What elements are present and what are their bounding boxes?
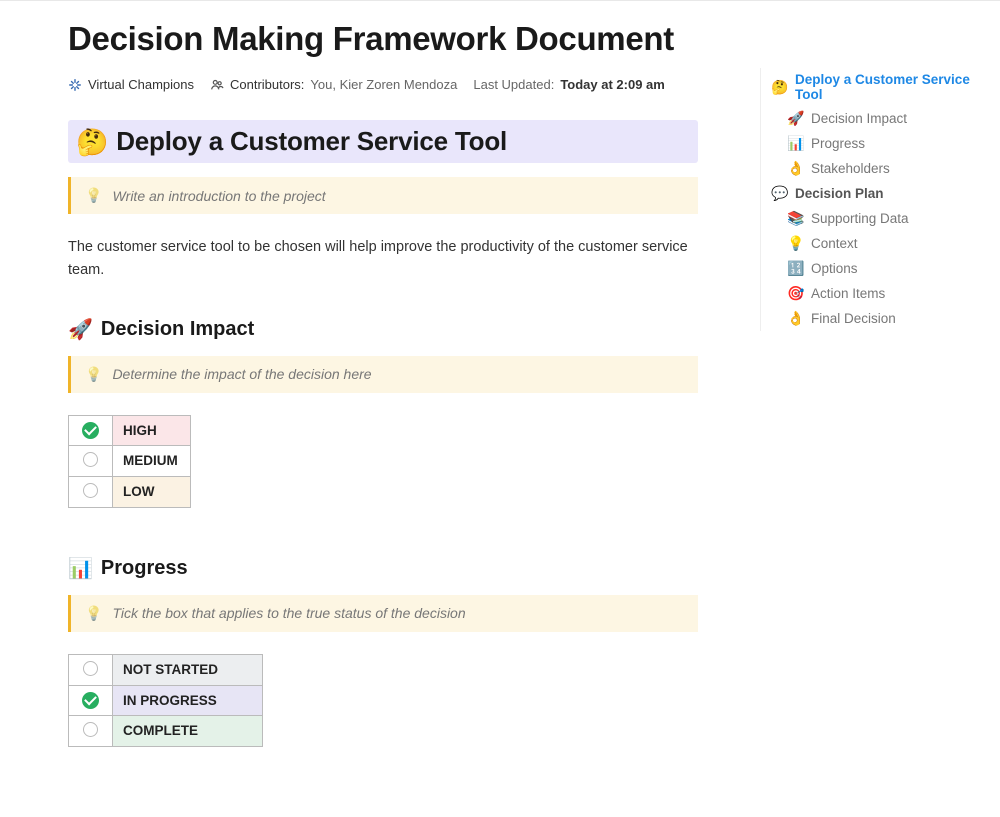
contributors-label: Contributors: (230, 77, 304, 92)
bulb-icon: 💡 (85, 605, 102, 622)
option-label-cell: COMPLETE (113, 715, 263, 746)
outline-item-icon: 👌 (787, 310, 803, 327)
outline-item-label: Options (811, 261, 858, 276)
outline-item-icon: 🎯 (787, 285, 803, 302)
section-progress-heading[interactable]: 📊 Progress (68, 556, 698, 581)
outline-item[interactable]: 🚀 Decision Impact (765, 106, 988, 131)
impact-hint-text: Determine the impact of the decision her… (112, 366, 371, 382)
radio-checked-icon[interactable] (82, 692, 99, 709)
option-radio-cell[interactable] (69, 654, 113, 685)
workspace-icon (68, 78, 82, 92)
option-label-cell: HIGH (113, 415, 191, 445)
option-radio-cell[interactable] (69, 715, 113, 746)
table-row: IN PROGRESS (69, 685, 263, 715)
option-radio-cell[interactable] (69, 476, 113, 507)
progress-hint[interactable]: 💡 Tick the box that applies to the true … (68, 595, 698, 632)
table-row: COMPLETE (69, 715, 263, 746)
bulb-icon: 💡 (85, 366, 102, 383)
outline-item-icon: 💬 (771, 185, 787, 202)
window-top-border (0, 0, 1000, 1)
outline-item[interactable]: 📚 Supporting Data (765, 206, 988, 231)
outline-item-label: Decision Plan (795, 186, 884, 201)
radio-empty-icon[interactable] (83, 452, 98, 467)
outline-item[interactable]: 💬 Decision Plan (765, 181, 988, 206)
progress-options-table: NOT STARTEDIN PROGRESSCOMPLETE (68, 654, 263, 747)
doc-meta-row: Virtual Champions Contributors: You, Kie… (68, 77, 698, 92)
option-label-cell: NOT STARTED (113, 654, 263, 685)
outline-item-label: Decision Impact (811, 111, 907, 126)
outline-item[interactable]: 👌 Stakeholders (765, 156, 988, 181)
impact-hint[interactable]: 💡 Determine the impact of the decision h… (68, 356, 698, 393)
section-deploy-title: Deploy a Customer Service Tool (116, 126, 507, 157)
table-row: HIGH (69, 415, 191, 445)
option-label-cell: LOW (113, 476, 191, 507)
updated-label: Last Updated: (473, 77, 554, 92)
option-radio-cell[interactable] (69, 445, 113, 476)
progress-hint-text: Tick the box that applies to the true st… (112, 605, 465, 621)
outline-item-label: Progress (811, 136, 865, 151)
outline-item[interactable]: 👌 Final Decision (765, 306, 988, 331)
updated-chip: Last Updated: Today at 2:09 am (473, 77, 664, 92)
impact-options-table: HIGHMEDIUMLOW (68, 415, 191, 508)
updated-value: Today at 2:09 am (560, 77, 665, 92)
outline-item-label: Supporting Data (811, 211, 909, 226)
option-radio-cell[interactable] (69, 415, 113, 445)
outline-item[interactable]: 📊 Progress (765, 131, 988, 156)
thinking-face-icon: 🤔 (76, 129, 108, 155)
workspace-name: Virtual Champions (88, 77, 194, 92)
outline-item-icon: 🚀 (787, 110, 803, 127)
section-impact-title: Decision Impact (101, 318, 254, 341)
outline-item-icon: 💡 (787, 235, 803, 252)
outline-item-icon: 🔢 (787, 260, 803, 277)
section-deploy-heading[interactable]: 🤔 Deploy a Customer Service Tool (76, 126, 690, 157)
section-progress-title: Progress (101, 557, 188, 580)
table-row: MEDIUM (69, 445, 191, 476)
outline-item-icon: 📊 (787, 135, 803, 152)
table-row: LOW (69, 476, 191, 507)
document-main: Decision Making Framework Document Virtu… (68, 18, 698, 747)
workspace-chip[interactable]: Virtual Champions (68, 77, 194, 92)
outline-item[interactable]: 🤔 Deploy a Customer Service Tool (765, 68, 988, 106)
outline-item-icon: 🤔 (771, 79, 787, 96)
outline-item-label: Stakeholders (811, 161, 890, 176)
radio-empty-icon[interactable] (83, 661, 98, 676)
outline-item-label: Deploy a Customer Service Tool (795, 72, 982, 102)
outline-item-label: Context (811, 236, 858, 251)
outline-item[interactable]: 🎯 Action Items (765, 281, 988, 306)
bar-chart-icon: 📊 (68, 556, 93, 581)
outline-item[interactable]: 🔢 Options (765, 256, 988, 281)
radio-checked-icon[interactable] (82, 422, 99, 439)
section-deploy-banner: 🤔 Deploy a Customer Service Tool (68, 120, 698, 163)
bulb-icon: 💡 (85, 187, 102, 204)
deploy-hint[interactable]: 💡 Write an introduction to the project (68, 177, 698, 214)
radio-empty-icon[interactable] (83, 483, 98, 498)
outline-item-icon: 📚 (787, 210, 803, 227)
page-title: Decision Making Framework Document (68, 18, 698, 59)
contributors-chip[interactable]: Contributors: You, Kier Zoren Mendoza (210, 77, 457, 92)
table-row: NOT STARTED (69, 654, 263, 685)
people-icon (210, 78, 224, 92)
outline-item-icon: 👌 (787, 160, 803, 177)
outline-item[interactable]: 💡 Context (765, 231, 988, 256)
outline-item-label: Action Items (811, 286, 885, 301)
option-label-cell: MEDIUM (113, 445, 191, 476)
deploy-body[interactable]: The customer service tool to be chosen w… (68, 236, 698, 282)
outline-item-label: Final Decision (811, 311, 896, 326)
option-radio-cell[interactable] (69, 685, 113, 715)
rocket-icon: 🚀 (68, 317, 93, 342)
section-impact-heading[interactable]: 🚀 Decision Impact (68, 317, 698, 342)
deploy-hint-text: Write an introduction to the project (112, 188, 325, 204)
contributors-value: You, Kier Zoren Mendoza (310, 77, 457, 92)
option-label-cell: IN PROGRESS (113, 685, 263, 715)
radio-empty-icon[interactable] (83, 722, 98, 737)
doc-outline: 🤔 Deploy a Customer Service Tool 🚀 Decision… (760, 68, 988, 331)
